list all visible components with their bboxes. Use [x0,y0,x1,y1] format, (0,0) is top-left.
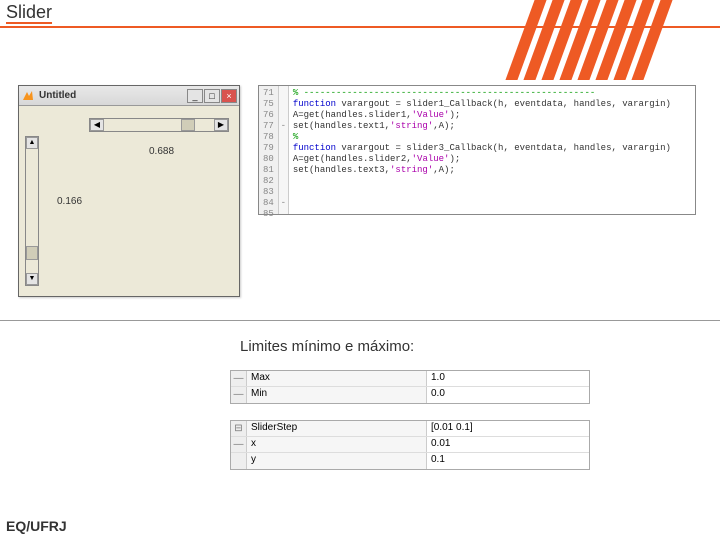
property-row[interactable]: —x0.01 [231,437,589,453]
matlab-icon [21,89,35,103]
expand-icon[interactable] [231,453,247,469]
property-row[interactable]: —Min0.0 [231,387,589,403]
property-value[interactable]: [0.01 0.1] [427,421,589,436]
matlab-figure-window: Untitled _ □ × ◀ ▶ 0.688 ▲ [18,85,240,297]
slider-right-arrow[interactable]: ▶ [214,119,228,131]
code-text[interactable]: % --------------------------------------… [289,86,675,214]
slider-down-arrow[interactable]: ▼ [26,273,38,285]
minimize-button[interactable]: _ [187,89,203,103]
fold-gutter: -- [279,86,289,214]
horizontal-slider[interactable]: ◀ ▶ [89,118,229,132]
property-value[interactable]: 1.0 [427,371,589,386]
property-label: Min [247,387,427,403]
property-table-limits: —Max1.0—Min0.0 [230,370,590,404]
footer-credit: EQ/UFRJ [6,518,67,534]
slide-title: Slider [6,2,52,23]
property-value[interactable]: 0.0 [427,387,589,403]
property-row[interactable]: —Max1.0 [231,371,589,387]
property-row[interactable]: ⊟SliderStep[0.01 0.1] [231,421,589,437]
property-label: x [247,437,427,452]
window-title: Untitled [39,90,186,101]
property-label: y [247,453,427,469]
property-label: Max [247,371,427,386]
line-gutter: 717576777879808182838485 [259,86,279,214]
expand-icon[interactable]: — [231,371,247,386]
slider-thumb[interactable] [181,119,195,131]
vertical-slider[interactable]: ▲ ▼ [25,136,39,286]
property-value[interactable]: 0.01 [427,437,589,452]
code-editor[interactable]: 717576777879808182838485 -- % ----------… [258,85,696,215]
slider-thumb-v[interactable] [26,246,38,260]
figure-canvas: ◀ ▶ 0.688 ▲ ▼ 0.166 [19,106,239,296]
expand-icon[interactable]: — [231,437,247,452]
slider-track[interactable] [104,119,214,131]
property-value[interactable]: 0.1 [427,453,589,469]
separator [0,320,720,321]
slider-up-arrow[interactable]: ▲ [26,137,38,149]
maximize-button[interactable]: □ [204,89,220,103]
slider-track-v[interactable] [26,149,38,273]
property-row[interactable]: y0.1 [231,453,589,469]
window-titlebar[interactable]: Untitled _ □ × [19,86,239,106]
limits-caption: Limites mínimo e máximo: [240,338,414,355]
slider-value-h: 0.688 [149,146,174,157]
slider-left-arrow[interactable]: ◀ [90,119,104,131]
close-button[interactable]: × [221,89,237,103]
expand-icon[interactable]: ⊟ [231,421,247,436]
slide-header: Slider [0,0,720,28]
property-table-sliderstep: ⊟SliderStep[0.01 0.1]—x0.01y0.1 [230,420,590,470]
property-label: SliderStep [247,421,427,436]
slider-value-v: 0.166 [57,196,82,207]
expand-icon[interactable]: — [231,387,247,403]
